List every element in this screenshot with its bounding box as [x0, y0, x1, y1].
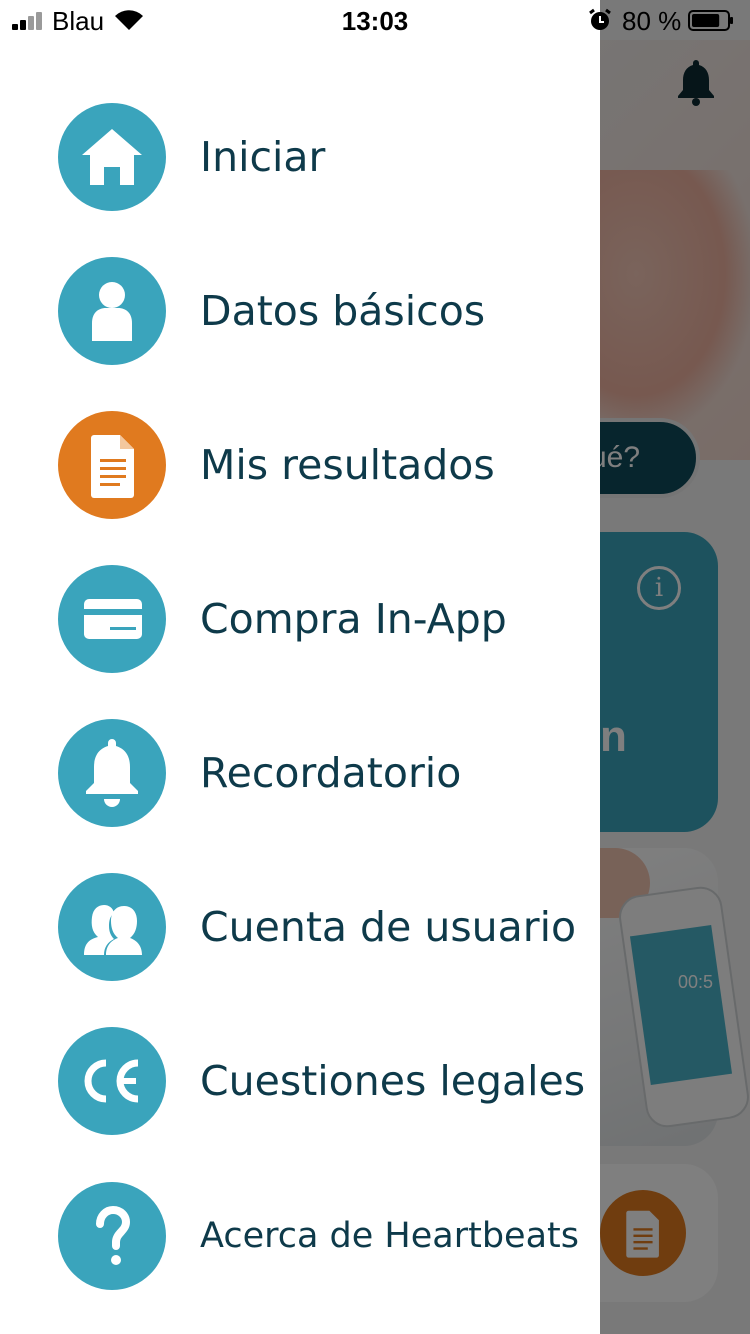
menu-item-cuestiones-legales[interactable]: Cuestiones legales [0, 1021, 600, 1141]
status-bar: Blau 13:03 80 % [0, 0, 750, 40]
battery-percentage: 80 % [622, 6, 682, 36]
menu-item-label: Recordatorio [200, 749, 462, 797]
menu-item-label: Cuenta de usuario [200, 903, 577, 951]
menu-item-label: Acerca de Heartbeats [200, 1216, 579, 1256]
users-icon [58, 873, 166, 981]
menu-item-acerca-de[interactable]: Acerca de Heartbeats [0, 1176, 600, 1296]
menu-item-label: Iniciar [200, 133, 326, 181]
home-icon [58, 103, 166, 211]
menu-item-label: Compra In-App [200, 595, 507, 643]
credit-card-icon [58, 565, 166, 673]
menu-item-label: Datos básicos [200, 287, 486, 335]
menu-item-iniciar[interactable]: Iniciar [0, 97, 600, 217]
menu-item-compra-in-app[interactable]: Compra In-App [0, 559, 600, 679]
menu-item-mis-resultados[interactable]: Mis resultados [0, 405, 600, 525]
menu-item-label: Mis resultados [200, 441, 495, 489]
battery-icon [688, 10, 733, 31]
ce-mark-icon [58, 1027, 166, 1135]
bell-icon [58, 719, 166, 827]
menu-item-recordatorio[interactable]: Recordatorio [0, 713, 600, 833]
menu-item-cuenta-de-usuario[interactable]: Cuenta de usuario [0, 867, 600, 987]
question-icon [58, 1182, 166, 1290]
document-icon [58, 411, 166, 519]
alarm-icon [589, 8, 611, 30]
menu-item-datos-basicos[interactable]: Datos básicos [0, 251, 600, 371]
navigation-drawer: Iniciar Datos básicos Mis resultados Com… [0, 0, 600, 1334]
user-icon [58, 257, 166, 365]
menu-item-label: Cuestiones legales [200, 1057, 586, 1105]
